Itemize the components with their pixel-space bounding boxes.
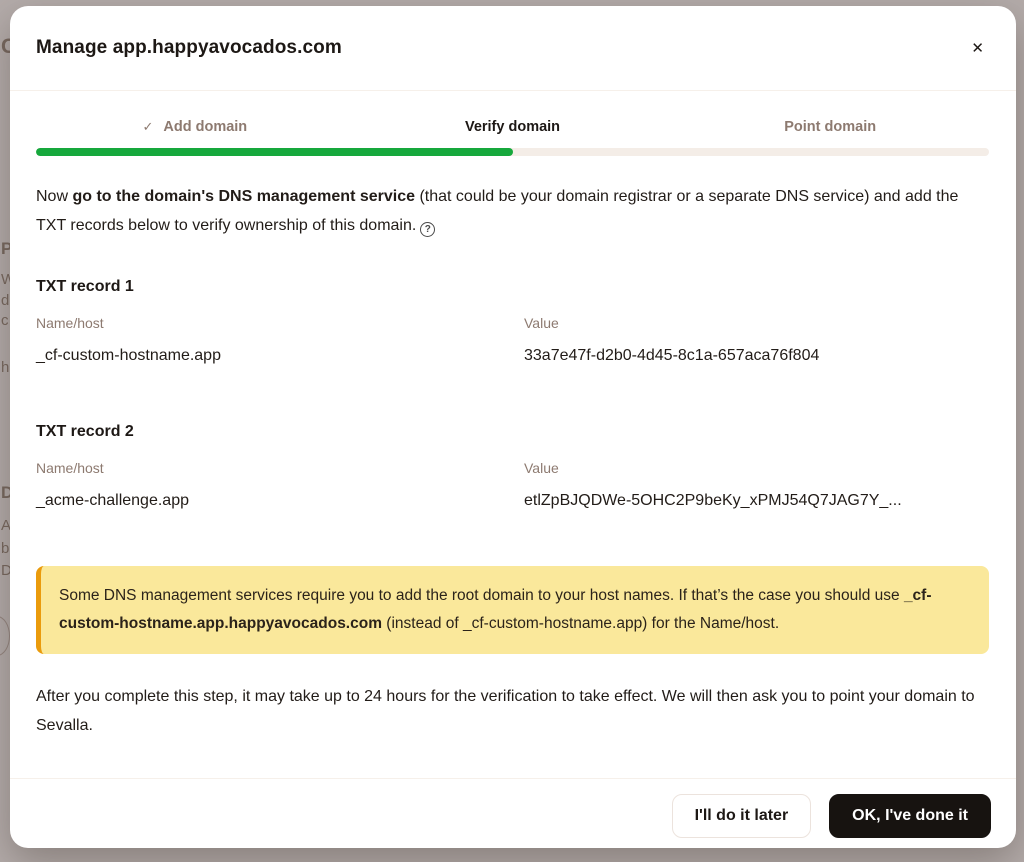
backdrop-text-fragment: c: [1, 313, 9, 328]
backdrop-text-fragment: d: [1, 293, 9, 308]
dialog-body: ✓ Add domain Verify domain Point domain …: [10, 91, 1016, 778]
backdrop-text-fragment: h: [1, 360, 9, 375]
name-host-label: Name/host: [36, 315, 524, 331]
txt-record-2: TXT record 2 Name/host Value _acme-chall…: [36, 365, 989, 510]
help-icon[interactable]: ?: [420, 222, 435, 237]
value-label: Value: [524, 315, 989, 331]
txt-record-1: TXT record 1 Name/host Value _cf-custom-…: [36, 240, 989, 365]
record-labels-row: Name/host Value: [36, 315, 989, 331]
dialog-title: Manage app.happyavocados.com: [36, 37, 342, 59]
step-label: Point domain: [784, 119, 876, 135]
step-add-domain[interactable]: ✓ Add domain: [36, 119, 354, 135]
instructions-text: Now go to the domain's DNS management se…: [36, 182, 989, 240]
value-value: 33a7e47f-d2b0-4d45-8c1a-657aca76f804: [524, 347, 989, 365]
dns-root-domain-note: Some DNS management services require you…: [36, 566, 989, 654]
dialog-header: Manage app.happyavocados.com ✕: [10, 6, 1016, 91]
backdrop-text-fragment: b: [1, 541, 9, 556]
record-labels-row: Name/host Value: [36, 460, 989, 476]
record-values-row: _cf-custom-hostname.app 33a7e47f-d2b0-4d…: [36, 347, 989, 365]
step-point-domain[interactable]: Point domain: [671, 119, 989, 135]
record-heading: TXT record 1: [36, 278, 989, 296]
close-button[interactable]: ✕: [965, 35, 990, 62]
instructions-bold: go to the domain's DNS management servic…: [72, 188, 415, 205]
sevalla-text: Sevalla: [36, 717, 88, 734]
step-label: Verify domain: [465, 119, 560, 135]
do-it-later-button[interactable]: I'll do it later: [672, 794, 812, 838]
step-verify-domain[interactable]: Verify domain: [354, 119, 672, 135]
value-label: Value: [524, 460, 989, 476]
note-pre: Some DNS management services require you…: [59, 587, 904, 604]
domain-setup-stepper: ✓ Add domain Verify domain Point domain: [36, 119, 989, 135]
check-icon: ✓: [142, 119, 153, 135]
dialog-footer: I'll do it later OK, I've done it: [10, 778, 1016, 848]
outro-pre: After you complete this step, it may tak…: [36, 688, 975, 705]
outro-post: .: [88, 717, 92, 734]
step-label: Add domain: [163, 119, 247, 135]
instructions-pre: Now: [36, 188, 72, 205]
verification-time-text: After you complete this step, it may tak…: [36, 682, 989, 740]
backdrop-circle-fragment: [0, 616, 10, 656]
name-host-value: _acme-challenge.app: [36, 492, 524, 510]
name-host-value: _cf-custom-hostname.app: [36, 347, 524, 365]
record-values-row: _acme-challenge.app etlZpBJQDWe-5OHC2P9b…: [36, 492, 989, 510]
manage-domain-dialog: Manage app.happyavocados.com ✕ ✓ Add dom…: [10, 6, 1016, 848]
value-value: etlZpBJQDWe-5OHC2P9beKy_xPMJ54Q7JAG7Y_..…: [524, 492, 989, 510]
progress-bar: [36, 148, 989, 156]
name-host-label: Name/host: [36, 460, 524, 476]
ok-done-button[interactable]: OK, I've done it: [829, 794, 991, 838]
progress-bar-fill: [36, 148, 513, 156]
note-post: (instead of _cf-custom-hostname.app) for…: [382, 615, 779, 632]
record-heading: TXT record 2: [36, 423, 989, 441]
close-icon: ✕: [971, 40, 984, 57]
